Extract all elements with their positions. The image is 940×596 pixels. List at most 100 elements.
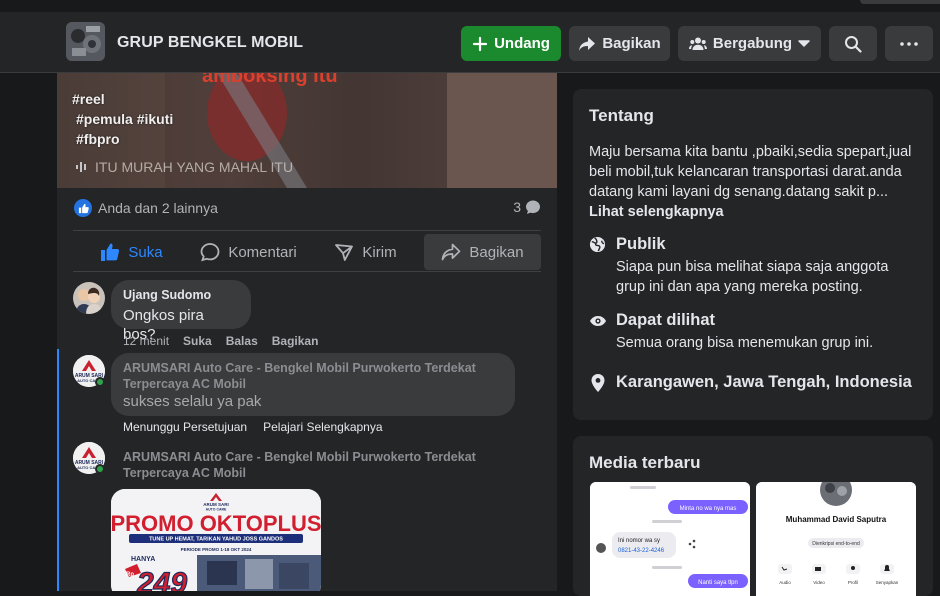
eye-icon xyxy=(590,316,606,326)
online-status-dot xyxy=(95,464,105,474)
plus-icon xyxy=(472,36,488,51)
comment-button[interactable]: Komentari xyxy=(190,234,307,270)
like-reaction-icon xyxy=(74,199,92,217)
reel-video[interactable]: amboksing itu #reel #pemula #ikuti #fbpr… xyxy=(57,73,557,188)
comment-bubble[interactable]: ARUMSARI Auto Care - Bengkel Mobil Purwo… xyxy=(111,353,515,416)
hashtag-line-2[interactable]: #pemula #ikuti xyxy=(72,109,173,129)
chat-bubble-2: Ini nomor wa sy xyxy=(618,538,660,544)
comment-count[interactable]: 3 xyxy=(513,199,541,215)
hashtag-line-1[interactable]: #reel xyxy=(72,89,173,109)
recent-media-card: Media terbaru Minta no wa nya mas Ini no… xyxy=(573,436,933,596)
contact-encryption-note: Dienkripsi end-to-end xyxy=(812,541,860,547)
chat-bubble-1: Minta no wa nya mas xyxy=(680,506,737,512)
join-group-button[interactable]: Bergabung xyxy=(678,26,821,61)
comment-author[interactable]: Ujang Sudomo xyxy=(123,287,239,303)
send-icon xyxy=(335,244,354,261)
more-options-button[interactable] xyxy=(885,26,933,61)
chat-bubble-3: Nanti saya tlpn xyxy=(698,580,738,586)
about-description-text: Maju bersama kita bantu ,pbaiki,sedia sp… xyxy=(589,144,912,200)
promo-oktoplus-image: ARUM SARI AUTO CARE PROMO OKTOPLUS TUNE … xyxy=(111,489,321,591)
share-post-button[interactable]: Bagikan xyxy=(424,234,541,270)
like-button[interactable]: Suka xyxy=(73,234,190,270)
top-strip xyxy=(0,0,940,12)
invite-label: Undang xyxy=(494,35,550,52)
group-header: GRUP BENGKEL MOBIL Undang Bagikan Bergab… xyxy=(0,0,940,73)
reel-caption: ITU MURAH YANG MAHAL ITU xyxy=(75,159,293,175)
comment-reply-link[interactable]: Balas xyxy=(226,334,258,348)
reel-overlay-text: amboksing itu xyxy=(202,73,338,87)
pending-thread-line xyxy=(57,349,59,591)
media-thumbnail-contact[interactable]: Muhammad David Saputra Dienkripsi end-to… xyxy=(756,482,916,596)
comment-time[interactable]: 12 menit xyxy=(123,334,169,348)
visibility-description: Semua orang bisa menemukan grup ini. xyxy=(616,335,874,351)
contact-action-audio: Audio xyxy=(779,580,791,585)
comment-meta: 12 menit Suka Balas Bagikan xyxy=(123,334,318,348)
comment-text: sukses selalu ya pak xyxy=(123,393,262,410)
post-actions-bar: Suka Komentari Kirim Bagikan xyxy=(73,234,541,270)
chat-phone: 0821-43-22-4246 xyxy=(618,548,665,554)
comment-author-line2[interactable]: Terpercaya AC Mobil xyxy=(123,465,476,481)
search-icon xyxy=(845,35,862,53)
comment-count-value: 3 xyxy=(513,199,521,215)
actions-bottom-divider xyxy=(73,271,541,272)
comment-icon xyxy=(200,243,220,262)
reaction-summary[interactable]: Anda dan 2 lainnya xyxy=(74,199,218,217)
send-label: Kirim xyxy=(362,243,397,261)
user-photo-avatar xyxy=(73,282,105,314)
comment-author-line1[interactable]: ARUMSARI Auto Care - Bengkel Mobil Purwo… xyxy=(123,360,503,376)
group-cover-thumbnail[interactable] xyxy=(66,22,105,61)
send-button[interactable]: Kirim xyxy=(307,234,424,270)
contact-action-profile: Profil xyxy=(848,580,858,585)
invite-button[interactable]: Undang xyxy=(461,26,561,61)
learn-more-link[interactable]: Pelajari Selengkapnya xyxy=(263,420,382,434)
media-title: Media terbaru xyxy=(589,453,701,472)
promo-price-label: HANYA xyxy=(131,556,155,563)
audio-wave-icon xyxy=(76,162,86,172)
group-name[interactable]: GRUP BENGKEL MOBIL xyxy=(117,34,303,52)
share-group-label: Bagikan xyxy=(602,35,661,52)
pending-approval-status: Menunggu Persetujuan xyxy=(123,420,248,434)
actions-top-divider xyxy=(73,230,541,231)
comment-bubble[interactable]: Ujang Sudomo Ongkos pira bos? xyxy=(111,280,251,343)
hashtag-line-3[interactable]: #fbpro xyxy=(72,129,173,149)
globe-icon xyxy=(589,236,606,253)
comment-meta: Menunggu Persetujuan Pelajari Selengkapn… xyxy=(123,420,383,434)
chat-screenshot-image: Minta no wa nya mas Ini nomor wa sy 0821… xyxy=(590,482,750,596)
comment-author-block: ARUMSARI Auto Care - Bengkel Mobil Purwo… xyxy=(123,449,476,481)
comment-author-line1[interactable]: ARUMSARI Auto Care - Bengkel Mobil Purwo… xyxy=(123,449,476,465)
more-dots-icon xyxy=(900,41,918,46)
share-post-label: Bagikan xyxy=(469,243,524,261)
contact-action-video: Video xyxy=(813,580,825,585)
see-more-link[interactable]: Lihat selengkapnya xyxy=(589,204,724,220)
share-arrow-icon xyxy=(579,36,596,51)
engine-photo-icon xyxy=(66,22,105,61)
promo-image-attachment[interactable]: ARUM SARI AUTO CARE PROMO OKTOPLUS TUNE … xyxy=(111,489,321,591)
about-card: Tentang Maju bersama kita bantu ,pbaiki,… xyxy=(573,89,933,420)
privacy-title: Publik xyxy=(616,235,666,253)
reaction-text: Anda dan 2 lainnya xyxy=(98,200,218,216)
comment-share-link[interactable]: Bagikan xyxy=(272,334,319,348)
comment-label: Komentari xyxy=(228,243,297,261)
online-status-dot xyxy=(95,377,105,387)
promo-period: PERIODE PROMO 1-18 OKT 2024 xyxy=(181,547,252,552)
promo-brand: ARUM SARI xyxy=(203,502,229,507)
promo-title: PROMO OKTOPLUS xyxy=(111,511,321,536)
comment-author-line2[interactable]: Terpercaya AC Mobil xyxy=(123,376,503,392)
join-group-label: Bergabung xyxy=(712,35,793,52)
contact-screenshot-image: Muhammad David Saputra Dienkripsi end-to… xyxy=(756,482,916,596)
share-icon xyxy=(442,243,461,261)
media-thumbnail-chat[interactable]: Minta no wa nya mas Ini nomor wa sy 0821… xyxy=(590,482,750,596)
avatar[interactable] xyxy=(73,282,105,314)
share-group-button[interactable]: Bagikan xyxy=(569,26,670,61)
comment-like-link[interactable]: Suka xyxy=(183,334,212,348)
about-title: Tentang xyxy=(589,106,654,125)
about-description: Maju bersama kita bantu ,pbaiki,sedia sp… xyxy=(589,142,919,222)
thumbs-up-icon xyxy=(101,243,120,261)
like-label: Suka xyxy=(128,243,163,261)
location-text[interactable]: Karangawen, Jawa Tengah, Indonesia xyxy=(616,373,912,392)
search-button[interactable] xyxy=(829,26,877,61)
reel-hashtags[interactable]: #reel #pemula #ikuti #fbpro xyxy=(72,89,173,149)
promo-price: 249 xyxy=(136,567,187,591)
location-pin-icon xyxy=(591,374,605,392)
visibility-title: Dapat dilihat xyxy=(616,311,716,329)
